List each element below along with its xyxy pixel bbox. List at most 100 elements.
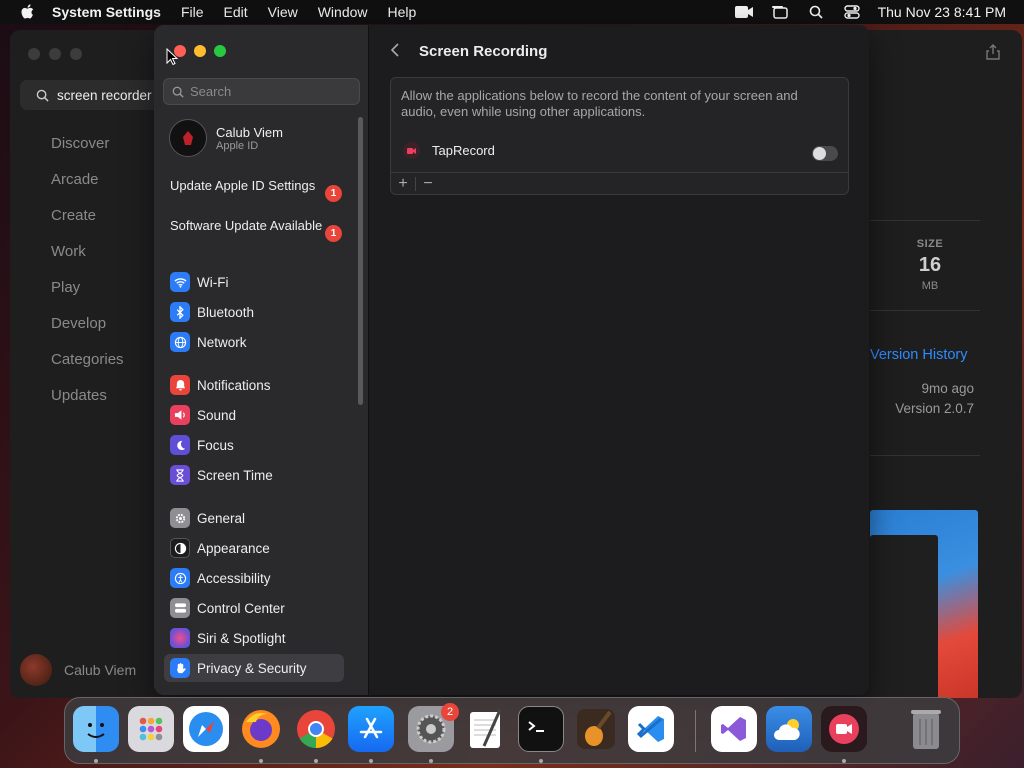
sidebar-item-label: Focus — [197, 437, 234, 453]
notification-badge: 1 — [325, 225, 342, 242]
app-screenshot[interactable] — [870, 510, 978, 698]
apple-id-account[interactable]: Calub Viem Apple ID — [169, 119, 283, 157]
bell-icon — [170, 375, 190, 395]
add-button[interactable]: + — [391, 175, 415, 193]
menu-edit[interactable]: Edit — [224, 4, 248, 20]
nav-create[interactable]: Create — [51, 202, 124, 238]
account-name: Calub Viem — [216, 124, 283, 140]
settings-search-field[interactable]: Search — [163, 78, 360, 105]
menu-app-name[interactable]: System Settings — [52, 4, 161, 20]
sidebar-item-siri-spotlight[interactable]: Siri & Spotlight — [164, 624, 344, 652]
firefox-icon[interactable] — [238, 706, 284, 752]
search-icon — [172, 86, 184, 98]
launchpad-icon[interactable] — [128, 706, 174, 752]
sidebar-item-notifications[interactable]: Notifications — [164, 371, 344, 399]
vscode-icon[interactable] — [628, 706, 674, 752]
terminal-icon[interactable] — [518, 706, 564, 752]
sidebar-item-bluetooth[interactable]: Bluetooth — [164, 298, 344, 326]
updated-ago: 9mo ago — [921, 381, 974, 396]
sidebar-item-label: Siri & Spotlight — [197, 630, 286, 646]
version-history-link[interactable]: Version History — [870, 347, 968, 363]
taprecord-icon[interactable] — [821, 706, 867, 752]
sidebar-item-label: Bluetooth — [197, 304, 255, 320]
zoom-button[interactable] — [214, 45, 226, 57]
speaker-icon — [170, 405, 190, 425]
avatar — [20, 654, 52, 686]
dock-separator — [695, 710, 696, 752]
sidebar-item-appearance[interactable]: Appearance — [164, 534, 344, 562]
back-button[interactable] — [390, 41, 400, 62]
menu-file[interactable]: File — [181, 4, 204, 20]
sidebar-scrollbar[interactable] — [358, 117, 363, 405]
account-sub: Apple ID — [216, 139, 259, 152]
sidebar-item-network[interactable]: Network — [164, 328, 344, 356]
minimize-button[interactable] — [194, 45, 206, 57]
page-title: Screen Recording — [419, 43, 548, 60]
gear-icon — [170, 508, 190, 528]
avatar — [169, 119, 207, 157]
system-settings-window: Search Calub Viem Apple ID Update Apple … — [154, 25, 869, 695]
running-indicator — [314, 759, 318, 763]
app-store-traffic-lights[interactable] — [28, 48, 82, 60]
menubar-clock[interactable]: Thu Nov 23 8:41 PM — [878, 4, 1006, 20]
dock: 2 — [64, 697, 960, 764]
menu-view[interactable]: View — [268, 4, 298, 20]
app-store-user-name: Calub Viem — [64, 662, 137, 678]
siri-icon — [170, 628, 190, 648]
trash-icon[interactable] — [903, 706, 949, 752]
safari-icon[interactable] — [183, 706, 229, 752]
sidebar-item-sound[interactable]: Sound — [164, 401, 344, 429]
nav-categories[interactable]: Categories — [51, 346, 124, 382]
app-store-search-field[interactable]: screen recorder — [20, 80, 170, 110]
bluetooth-icon — [170, 302, 190, 322]
menu-bar: System Settings File Edit View Window He… — [0, 0, 1024, 24]
menu-window[interactable]: Window — [318, 4, 368, 20]
control-center-icon[interactable] — [842, 4, 862, 20]
settings-sidebar: Search Calub Viem Apple ID Update Apple … — [154, 25, 369, 695]
software-update-available[interactable]: Software Update Available 1 — [170, 218, 350, 242]
weather-icon[interactable] — [766, 706, 812, 752]
share-icon[interactable] — [986, 44, 1000, 60]
textedit-icon[interactable] — [463, 706, 509, 752]
menu-help[interactable]: Help — [388, 4, 417, 20]
chrome-icon[interactable] — [293, 706, 339, 752]
search-icon — [36, 89, 49, 102]
sidebar-item-general[interactable]: General — [164, 504, 344, 532]
notification-badge: 1 — [325, 185, 342, 202]
screen-recording-panel: Allow the applications below to record t… — [390, 77, 849, 195]
nav-work[interactable]: Work — [51, 238, 124, 274]
apple-menu-icon[interactable] — [18, 2, 38, 22]
window-traffic-lights — [174, 45, 226, 57]
search-placeholder: Search — [190, 84, 232, 99]
sidebar-item-screen-time[interactable]: Screen Time — [164, 461, 344, 489]
nav-arcade[interactable]: Arcade — [51, 166, 124, 202]
sidebar-item-privacy-security[interactable]: Privacy & Security — [164, 654, 344, 682]
sidebar-item-label: Screen Time — [197, 467, 273, 483]
settings-content: Screen Recording Allow the applications … — [370, 25, 869, 695]
nav-develop[interactable]: Develop — [51, 310, 124, 346]
app-store-account[interactable]: Calub Viem — [20, 654, 136, 686]
app-store-icon[interactable] — [348, 706, 394, 752]
stage-manager-icon[interactable] — [770, 4, 790, 20]
sidebar-item-wifi[interactable]: Wi-Fi — [164, 268, 344, 296]
app-store-search-value: screen recorder — [57, 87, 152, 103]
finder-icon[interactable] — [73, 706, 119, 752]
sidebar-item-label: Notifications — [197, 377, 271, 393]
update-apple-id-settings[interactable]: Update Apple ID Settings 1 — [170, 178, 350, 202]
sidebar-item-label: Wi-Fi — [197, 274, 229, 290]
nav-play[interactable]: Play — [51, 274, 124, 310]
running-indicator — [539, 759, 543, 763]
globe-icon — [170, 332, 190, 352]
visual-studio-icon[interactable] — [711, 706, 757, 752]
spotlight-search-icon[interactable] — [806, 4, 826, 20]
taprecord-permission-toggle[interactable] — [812, 146, 838, 161]
video-camera-icon[interactable] — [734, 4, 754, 20]
sidebar-item-control-center[interactable]: Control Center — [164, 594, 344, 622]
app-store-nav: Discover Arcade Create Work Play Develop… — [51, 130, 124, 418]
garageband-icon[interactable] — [573, 706, 619, 752]
nav-updates[interactable]: Updates — [51, 382, 124, 418]
remove-button[interactable]: − — [416, 175, 440, 193]
sidebar-item-focus[interactable]: Focus — [164, 431, 344, 459]
nav-discover[interactable]: Discover — [51, 130, 124, 166]
sidebar-item-accessibility[interactable]: Accessibility — [164, 564, 344, 592]
